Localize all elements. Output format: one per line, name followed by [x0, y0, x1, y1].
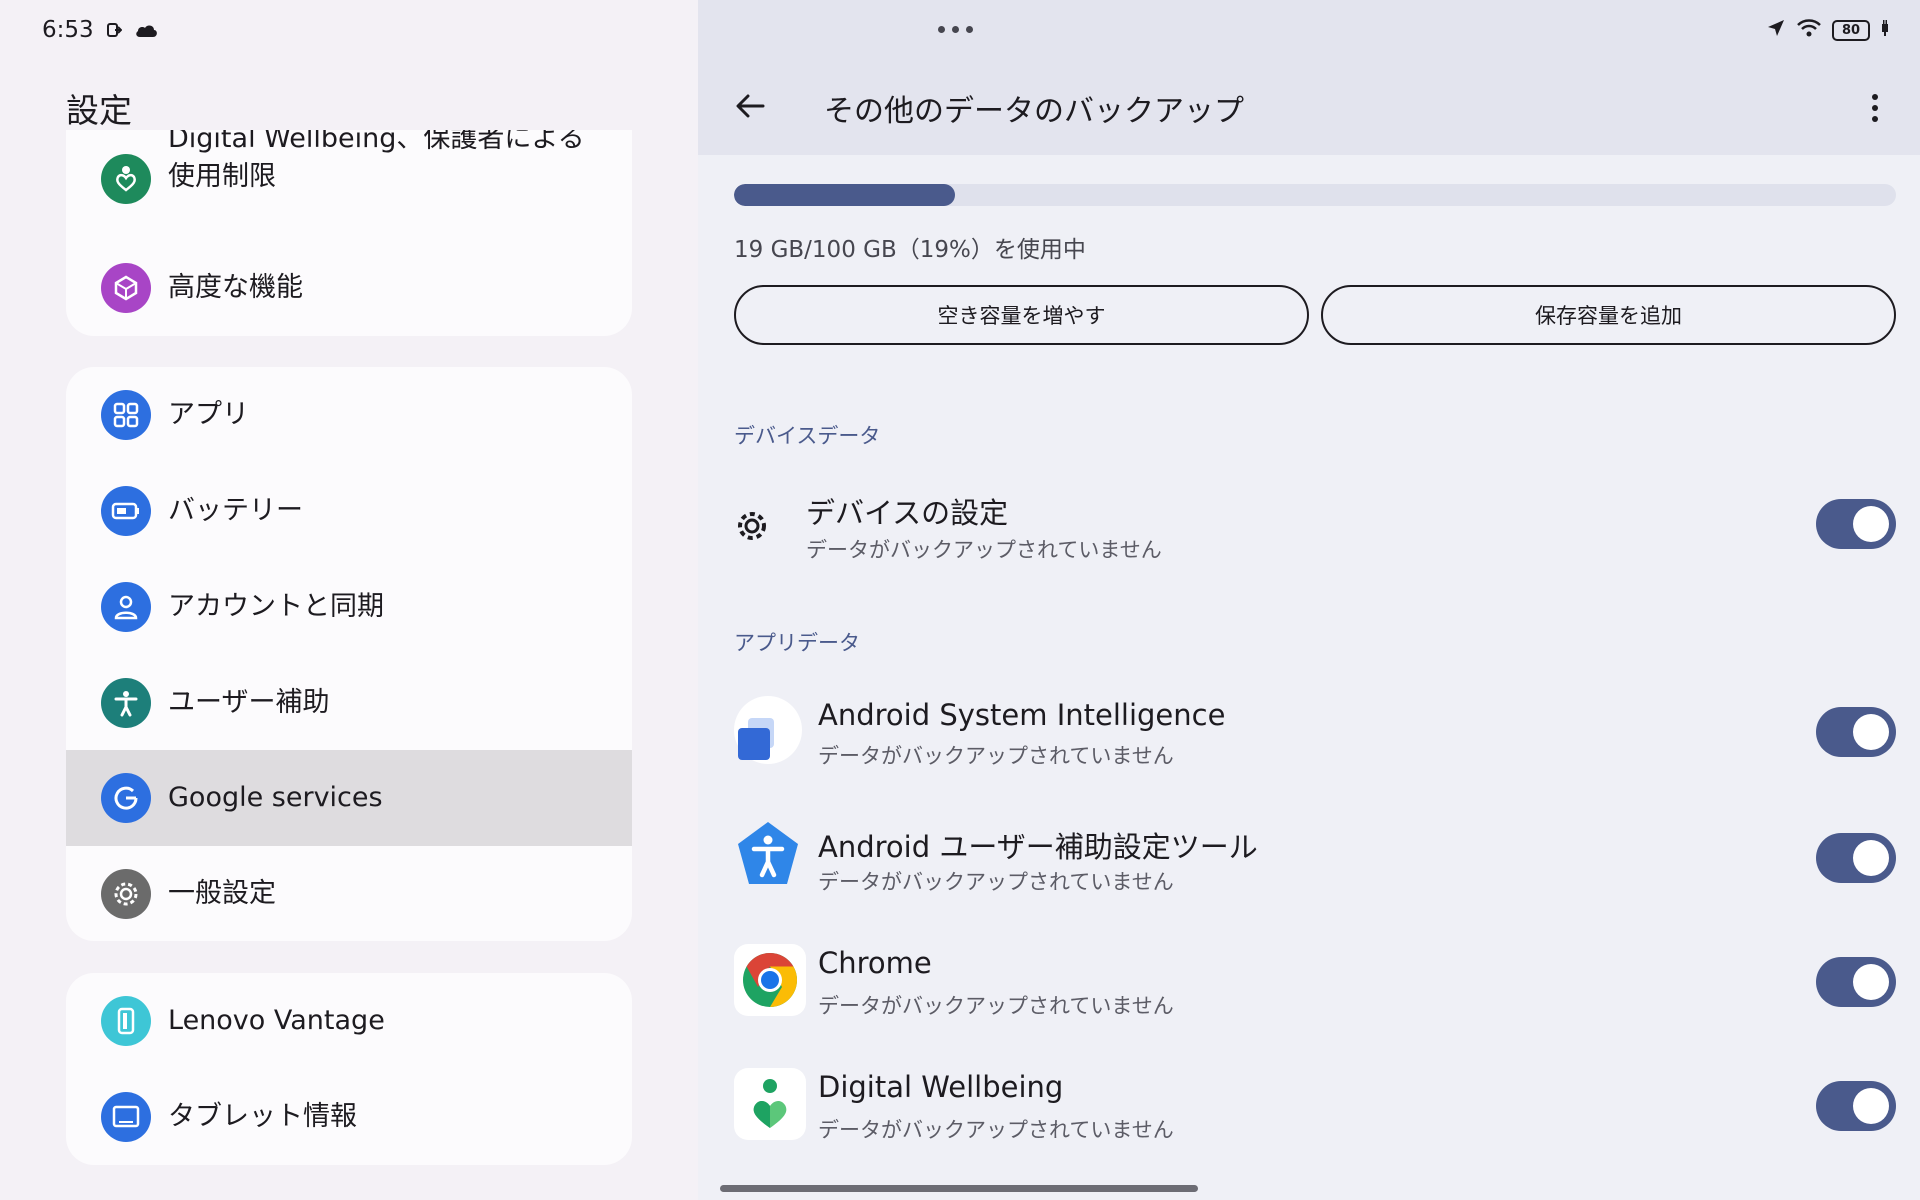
storage-usage-text: 19 GB/100 GB（19%）を使用中 [734, 237, 1086, 263]
tablet-info-icon [101, 1092, 151, 1142]
back-button[interactable] [730, 86, 770, 126]
sidebar-item-accounts-sync[interactable]: アカウントと同期 [66, 559, 632, 655]
gear-icon [734, 508, 770, 548]
digital-wellbeing-toggle[interactable] [1816, 1081, 1896, 1131]
section-header-apps: アプリデータ [734, 631, 860, 655]
row-title: Android System Intelligence [818, 698, 1226, 732]
google-icon [101, 773, 151, 823]
settings-card-group-2: アプリ バッテリー アカウントと同期 ユーザー補助 Google service… [66, 367, 632, 941]
page-title: 設定 [66, 91, 132, 130]
app-bar: 80 その他のデータのバックアップ [698, 0, 1920, 155]
page-title: その他のデータのバックアップ [824, 94, 1244, 129]
sidebar-item-label: アカウントと同期 [168, 591, 384, 622]
chrome-toggle[interactable] [1816, 957, 1896, 1007]
sidebar-item-battery[interactable]: バッテリー [66, 463, 632, 559]
row-subtitle: データがバックアップされていません [806, 538, 1162, 562]
sidebar-item-label: バッテリー [168, 495, 303, 526]
chrome-icon [734, 944, 806, 1020]
sidebar-item-general-settings[interactable]: 一般設定 [66, 846, 632, 941]
cloud-icon [134, 22, 158, 38]
charging-icon [1880, 18, 1890, 42]
android-system-intelligence-icon [734, 696, 802, 768]
home-indicator[interactable] [720, 1185, 1198, 1192]
backup-row-chrome[interactable]: Chrome データがバックアップされていません [698, 940, 1920, 1040]
settings-card-group-3: Lenovo Vantage タブレット情報 [66, 973, 632, 1165]
backup-detail-pane: 80 その他のデータのバックアップ 19 GB/100 GB（19%）を使用中 … [698, 0, 1920, 1200]
sidebar-item-label: タブレット情報 [168, 1101, 357, 1132]
row-subtitle: データがバックアップされていません [818, 994, 1174, 1018]
battery-icon [101, 486, 151, 536]
account-icon [101, 582, 151, 632]
status-bar-right: 80 [1766, 14, 1890, 46]
add-storage-button[interactable]: 保存容量を追加 [1321, 285, 1896, 345]
accessibility-suite-icon [734, 820, 802, 892]
backup-row-digital-wellbeing[interactable]: Digital Wellbeing データがバックアップされていません [698, 1064, 1920, 1164]
row-title: Chrome [818, 946, 932, 980]
row-subtitle: データがバックアップされていません [818, 1118, 1174, 1142]
row-subtitle: データがバックアップされていません [818, 744, 1174, 768]
sidebar-item-label: Lenovo Vantage [168, 1005, 385, 1036]
row-title: Digital Wellbeing [818, 1070, 1064, 1104]
row-title: Android ユーザー補助設定ツール [818, 830, 1258, 864]
sidebar-item-label: アプリ [168, 399, 249, 430]
sidebar-item-digital-wellbeing[interactable]: Digital Wellbeing、保護者による 使用制限 [66, 130, 632, 230]
accessibility-icon [101, 678, 151, 728]
backup-row-android-system-intelligence[interactable]: Android System Intelligence データがバックアップされ… [698, 690, 1920, 790]
storage-progress-bar [734, 184, 1896, 206]
sidebar-item-accessibility[interactable]: ユーザー補助 [66, 655, 632, 751]
section-header-device: デバイスデータ [734, 424, 881, 448]
sidebar-item-tablet-info[interactable]: タブレット情報 [66, 1069, 632, 1165]
free-up-space-button[interactable]: 空き容量を増やす [734, 285, 1309, 345]
settings-list-pane: 6:53 設定 Digital Wellbeing、保護者による 使用制限 高度… [0, 0, 698, 1200]
sidebar-item-lenovo-vantage[interactable]: Lenovo Vantage [66, 973, 632, 1069]
sidebar-item-apps[interactable]: アプリ [66, 367, 632, 463]
digital-wellbeing-app-icon [734, 1068, 806, 1144]
more-options-button[interactable] [1858, 88, 1892, 128]
sidebar-item-label: 一般設定 [168, 878, 276, 909]
notification-icon [106, 21, 122, 39]
back-arrow-icon [736, 94, 765, 118]
row-title: デバイスの設定 [806, 496, 1009, 530]
apps-icon [101, 390, 151, 440]
storage-progress-fill [734, 184, 955, 206]
digital-wellbeing-icon [101, 154, 151, 204]
sidebar-item-label: 高度な機能 [168, 272, 303, 303]
gear-icon [101, 869, 151, 919]
android-system-intelligence-toggle[interactable] [1816, 707, 1896, 757]
device-settings-toggle[interactable] [1816, 499, 1896, 549]
clock: 6:53 [42, 17, 94, 43]
sidebar-item-advanced-features[interactable]: 高度な機能 [66, 248, 632, 328]
multitask-handle-icon[interactable] [938, 26, 973, 33]
sidebar-item-label: Digital Wellbeing、保護者による 使用制限 [168, 130, 585, 192]
battery-status-icon: 80 [1832, 19, 1870, 41]
row-subtitle: データがバックアップされていません [818, 870, 1174, 894]
accessibility-suite-toggle[interactable] [1816, 833, 1896, 883]
settings-card-group-1: Digital Wellbeing、保護者による 使用制限 高度な機能 [66, 130, 632, 336]
advanced-features-icon [101, 263, 151, 313]
sidebar-item-label: ユーザー補助 [168, 687, 330, 718]
wifi-icon [1796, 18, 1822, 42]
backup-row-device-settings[interactable]: デバイスの設定 データがバックアップされていません [698, 480, 1920, 580]
location-icon [1766, 18, 1786, 42]
backup-row-android-accessibility-suite[interactable]: Android ユーザー補助設定ツール データがバックアップされていません [698, 816, 1920, 916]
sidebar-item-label: Google services [168, 782, 383, 813]
sidebar-item-google-services[interactable]: Google services [66, 750, 632, 846]
status-bar-left: 6:53 [42, 14, 158, 46]
lenovo-vantage-icon [101, 996, 151, 1046]
